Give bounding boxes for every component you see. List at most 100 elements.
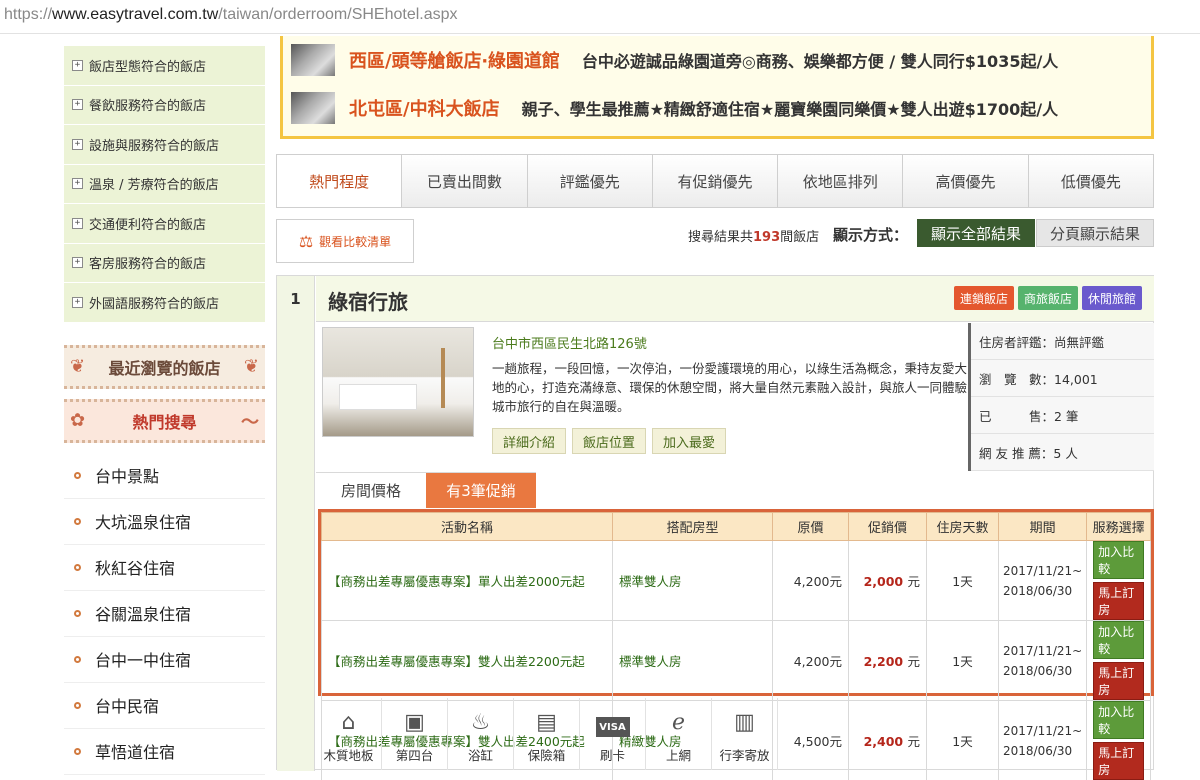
- tab-region[interactable]: 依地區排列: [778, 155, 904, 207]
- category-item[interactable]: + 外國語服務符合的飯店: [64, 283, 265, 323]
- show-all-results-button[interactable]: 顯示全部結果: [917, 219, 1035, 247]
- category-item[interactable]: + 設施與服務符合的飯店: [64, 125, 265, 165]
- amenity-internet: ℯ 上網: [646, 698, 712, 770]
- expand-icon: +: [72, 257, 83, 269]
- hot-search-item[interactable]: 台中一中住宿: [64, 637, 265, 683]
- bullet-icon: [74, 747, 81, 755]
- url-scheme: https://: [4, 6, 53, 23]
- add-compare-button[interactable]: 加入比較: [1093, 541, 1144, 579]
- stat-sold: 已 售：2 筆: [971, 397, 1154, 434]
- category-item[interactable]: + 餐飲服務符合的飯店: [64, 86, 265, 125]
- promo-desc: 台中必遊誠品綠園道旁◎商務、娛樂都方便 / 雙人同行$1035起/人: [581, 52, 1059, 71]
- sale-price: 2,200 元: [848, 620, 927, 701]
- stay-days: 1天: [926, 540, 999, 621]
- col-service: 服務選擇: [1086, 512, 1151, 541]
- promo-thumbnail: [291, 44, 335, 76]
- bullet-icon: [74, 701, 81, 709]
- hot-search-item[interactable]: 台中景點: [64, 453, 265, 499]
- tab-promotion[interactable]: 有促銷優先: [652, 155, 779, 207]
- promo-row[interactable]: 北屯區/中科大飯店 親子、學生最推薦★精緻舒適住宿★麗寶樂園同樂價★雙人出遊$1…: [283, 84, 1151, 132]
- amenities-bar: ⌂ 木質地板 ▣ 第四台 ♨ 浴缸 ▤ 保險箱 VISA 刷卡 ℯ 上網 ▥ 行李寄放: [316, 698, 778, 770]
- hot-search-item[interactable]: 秋紅谷住宿: [64, 545, 265, 591]
- category-item[interactable]: + 飯店型態符合的飯店: [64, 46, 265, 86]
- tree-icon: ⌂: [341, 709, 356, 735]
- seesaw-icon: ⚖: [298, 231, 314, 251]
- category-item[interactable]: + 客房服務符合的飯店: [64, 244, 265, 283]
- book-now-button[interactable]: 馬上訂房: [1093, 662, 1144, 700]
- room-type[interactable]: 標準雙人房: [612, 540, 773, 621]
- hotel-photo[interactable]: [322, 327, 474, 437]
- hot-search-list: 台中景點 大坑溫泉住宿 秋紅谷住宿 谷關溫泉住宿 台中一中住宿 台中民宿 草悟道…: [64, 453, 265, 775]
- period: 2017/11/21~ 2018/06/30: [997, 620, 1088, 701]
- tab-rooms-sold[interactable]: 已賣出間數: [402, 155, 528, 207]
- stay-days: 1天: [926, 700, 999, 780]
- promo-title[interactable]: 北屯區/中科大飯店: [349, 95, 500, 121]
- category-item[interactable]: + 溫泉 / 芳療符合的飯店: [64, 165, 265, 204]
- hot-search-item[interactable]: 大坑溫泉住宿: [64, 499, 265, 545]
- hot-search-item[interactable]: 谷關溫泉住宿: [64, 591, 265, 637]
- recent-hotels-banner: ❦ 最近瀏覽的飯店 ❦: [64, 344, 265, 389]
- expand-icon: +: [72, 138, 83, 150]
- stay-days: 1天: [926, 620, 999, 701]
- hotel-card-header: 綠宿行旅 連鎖飯店 商旅飯店 休閒旅館: [316, 276, 1154, 322]
- expand-icon: +: [72, 296, 83, 308]
- flower-icon: ✿: [70, 410, 86, 431]
- credit-card-icon: VISA: [595, 717, 630, 737]
- leaf-icon: ❦: [70, 356, 86, 377]
- table-row: 【商務出差專屬優惠專案】雙人出差2200元起 標準雙人房 4,200元 2,20…: [321, 620, 1151, 701]
- plan-name[interactable]: 【商務出差專屬優惠專案】單人出差2000元起: [321, 540, 613, 621]
- tab-rating[interactable]: 評鑑優先: [527, 155, 653, 207]
- leisure-hotel-badge: 休閒旅館: [1081, 286, 1142, 310]
- tab-price-high[interactable]: 高價優先: [903, 155, 1029, 207]
- original-price: 4,200元: [772, 620, 849, 701]
- table-row: 【商務出差專屬優惠專案】單人出差2000元起 標準雙人房 4,200元 2,00…: [321, 540, 1151, 621]
- service-cell: 加入比較 馬上訂房: [1086, 540, 1151, 621]
- category-item[interactable]: + 交通便利符合的飯店: [64, 204, 265, 244]
- room-type[interactable]: 標準雙人房: [612, 620, 773, 701]
- amenity-luggage: ▥ 行李寄放: [712, 698, 778, 770]
- hot-search-banner: ✿ 熱門搜尋 〜: [64, 398, 265, 443]
- promo-row[interactable]: 西區/頭等艙飯店‧綠園道館 台中必遊誠品綠園道旁◎商務、娛樂都方便 / 雙人同行…: [283, 36, 1151, 84]
- book-now-button[interactable]: 馬上訂房: [1093, 742, 1144, 780]
- paged-results-button[interactable]: 分頁顯示結果: [1036, 219, 1154, 247]
- hotel-actions: 詳細介紹 飯店位置 加入最愛: [492, 428, 727, 454]
- col-room: 搭配房型: [612, 512, 773, 541]
- address-bar[interactable]: https://www.easytravel.com.tw/taiwan/ord…: [0, 0, 1200, 34]
- location-button[interactable]: 飯店位置: [572, 428, 647, 454]
- add-favorite-button[interactable]: 加入最愛: [652, 428, 727, 454]
- plan-name[interactable]: 【商務出差專屬優惠專案】雙人出差2200元起: [321, 620, 613, 701]
- col-sale-price: 促銷價: [848, 512, 927, 541]
- display-mode-label: 顯示方式：: [833, 226, 909, 244]
- original-price: 4,500元: [772, 700, 849, 780]
- hotel-stats: 住房者評鑑：尚無評鑑 瀏 覽 數：14,001 已 售：2 筆 網 友 推 薦：…: [968, 323, 1154, 471]
- tab-popularity[interactable]: 熱門程度: [277, 155, 403, 207]
- bathtub-icon: ♨: [470, 709, 491, 735]
- amenity-credit-card: VISA 刷卡: [580, 698, 646, 770]
- lizard-icon: 〜: [241, 411, 259, 433]
- hotel-name[interactable]: 綠宿行旅: [328, 286, 408, 315]
- room-tabs: 房間價格 有3筆促銷: [316, 472, 536, 508]
- promo-title[interactable]: 西區/頭等艙飯店‧綠園道館: [349, 47, 560, 73]
- tab-price-low[interactable]: 低價優先: [1028, 155, 1153, 207]
- category-filter-list: + 飯店型態符合的飯店 + 餐飲服務符合的飯店 + 設施與服務符合的飯店 + 溫泉 / …: [64, 46, 265, 323]
- hotel-address: 台中市西區民生北路126號: [492, 337, 647, 352]
- promotion-table: 活動名稱 搭配房型 原價 促銷價 住房天數 期間 服務選擇 【商務出差專屬優惠專…: [318, 509, 1154, 780]
- add-compare-button[interactable]: 加入比較: [1093, 621, 1144, 659]
- book-now-button[interactable]: 馬上訂房: [1093, 582, 1144, 620]
- details-button[interactable]: 詳細介紹: [492, 428, 567, 454]
- col-days: 住房天數: [926, 512, 999, 541]
- amenity-cable-tv: ▣ 第四台: [382, 698, 448, 770]
- view-compare-list-button[interactable]: ⚖ 觀看比較清單: [276, 219, 414, 263]
- bullet-icon: [74, 655, 81, 663]
- bullet-icon: [74, 563, 81, 571]
- tab-room-price[interactable]: 房間價格: [316, 472, 426, 508]
- period: 2017/11/21~ 2018/06/30: [997, 540, 1088, 621]
- tv-icon: ▣: [404, 709, 425, 735]
- luggage-icon: ▥: [734, 709, 755, 735]
- hot-search-item[interactable]: 草悟道住宿: [64, 729, 265, 775]
- hot-search-item[interactable]: 台中民宿: [64, 683, 265, 729]
- tab-promotions[interactable]: 有3筆促銷: [426, 472, 536, 508]
- url-host: www.easytravel.com.tw: [52, 6, 219, 23]
- result-index: 1: [277, 276, 315, 771]
- add-compare-button[interactable]: 加入比較: [1093, 701, 1144, 739]
